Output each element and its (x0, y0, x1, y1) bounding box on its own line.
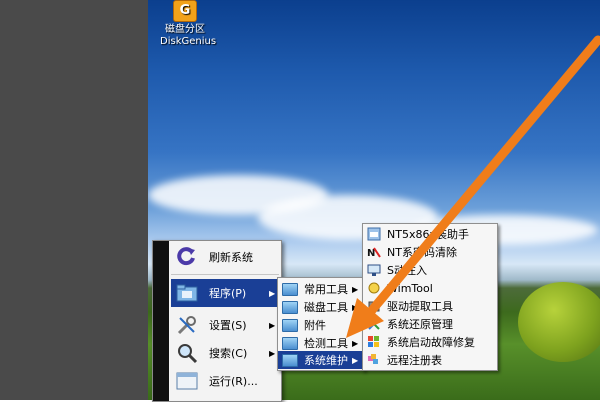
folder-icon (282, 336, 298, 350)
programs-folder-icon (175, 281, 199, 305)
programs-item-diagnostic-tools[interactable]: 检测工具 ▶ (278, 334, 364, 352)
start-item-settings[interactable]: 设置(S) ▶ (171, 311, 279, 339)
tool-nt-password-clear[interactable]: N NT系密码清除 (363, 243, 497, 261)
password-key-icon: N (367, 245, 381, 259)
refresh-icon (175, 245, 199, 269)
programs-submenu: 常用工具 ▶ 磁盘工具 ▶ 附件 ▶ 检测工具 ▶ 系统维护 ▶ (277, 277, 365, 371)
system-maintenance-submenu: NT5x86x装助手 N NT系密码清除 S动注入 WimTool 驱动提取工具… (362, 223, 498, 371)
menu-divider (171, 274, 279, 275)
desktop-icon-label-cn: 磁盘分区 (165, 24, 205, 35)
start-item-programs[interactable]: 程序(P) ▶ (171, 279, 279, 307)
start-menu-side-strip (153, 241, 169, 401)
programs-item-system-maintenance[interactable]: 系统维护 ▶ (278, 351, 364, 369)
folder-icon (282, 300, 298, 314)
tool-driver-extract[interactable]: 驱动提取工具 (363, 297, 497, 315)
tool-boot-repair[interactable]: 系统启动故障修复 (363, 333, 497, 351)
start-item-label: 运行(R)... (209, 375, 258, 388)
tool-wimtool[interactable]: WimTool (363, 279, 497, 297)
start-item-label: 搜索(C) (209, 347, 248, 360)
tool-system-restore[interactable]: 系统还原管理 (363, 315, 497, 333)
start-item-run[interactable]: 运行(R)... (171, 367, 279, 395)
start-item-refresh[interactable]: 刷新系统 (171, 243, 279, 271)
search-magnifier-icon (175, 341, 199, 365)
tree (518, 282, 600, 362)
wim-tool-icon (367, 281, 381, 295)
tool-nt5-install-helper[interactable]: NT5x86x装助手 (363, 225, 497, 243)
driver-monitor-icon (367, 263, 381, 277)
diskgenius-icon: G (173, 0, 197, 22)
restore-icon (367, 317, 381, 331)
start-item-label: 设置(S) (209, 319, 247, 332)
registry-icon (367, 353, 381, 367)
start-item-label: 程序(P) (209, 287, 247, 300)
left-dark-panel (0, 0, 148, 400)
diskgenius-desktop-icon[interactable]: G 磁盘分区 DiskGenius (160, 0, 217, 48)
programs-item-common-tools[interactable]: 常用工具 ▶ (278, 280, 364, 298)
tool-remote-registry[interactable]: 远程注册表 (363, 351, 497, 369)
installer-icon (367, 227, 381, 241)
windows-repair-icon (367, 335, 381, 349)
driver-extract-icon (367, 299, 381, 313)
folder-icon (282, 282, 298, 296)
tool-driver-inject[interactable]: S动注入 (363, 261, 497, 279)
folder-icon (282, 353, 298, 367)
folder-icon (282, 318, 298, 332)
settings-tools-icon (175, 313, 199, 337)
desktop-icon-label-en: DiskGenius (160, 36, 217, 47)
start-item-label: 刷新系统 (209, 251, 253, 264)
programs-item-disk-tools[interactable]: 磁盘工具 ▶ (278, 298, 364, 316)
programs-item-accessories[interactable]: 附件 ▶ (278, 316, 364, 334)
run-window-icon (175, 369, 199, 393)
start-item-search[interactable]: 搜索(C) ▶ (171, 339, 279, 367)
start-menu: 刷新系统 程序(P) ▶ 设置(S) ▶ 搜索(C) ▶ 运行(R)... (152, 240, 282, 402)
